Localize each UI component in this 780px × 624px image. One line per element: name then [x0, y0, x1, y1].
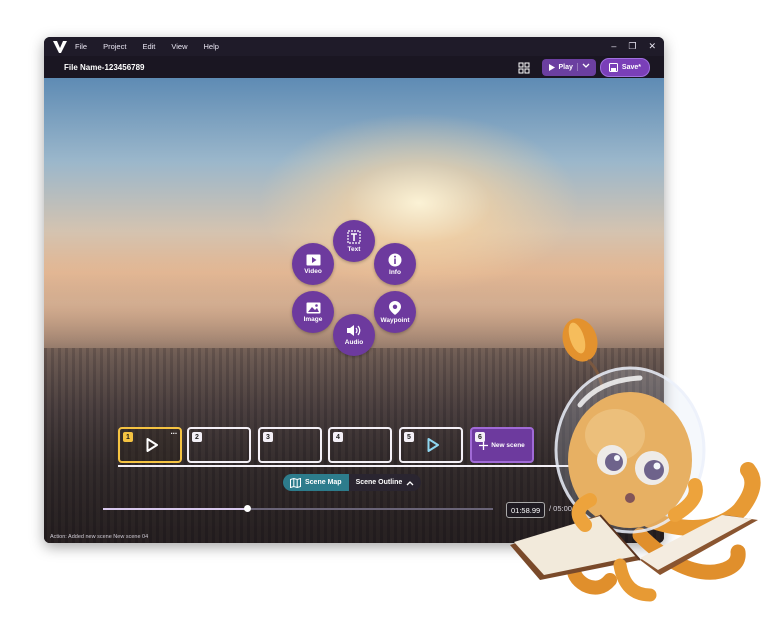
view-tabs: Scene Map Scene Outline [283, 474, 422, 491]
scene-number: 3 [263, 432, 273, 442]
play-icon [548, 63, 555, 71]
tab-scene-outline[interactable]: Scene Outline [348, 474, 422, 491]
map-icon [290, 477, 301, 488]
menu-bar: File Project Edit View Help – ❐ ✕ [44, 37, 664, 56]
file-name: File Name-123456789 [64, 62, 145, 72]
play-icon[interactable] [146, 438, 158, 452]
insert-image-button[interactable]: Image [292, 291, 334, 333]
scene-number: 2 [192, 432, 202, 442]
insert-waypoint-label: Waypoint [380, 316, 410, 324]
octopus-astronaut-mascot [510, 318, 761, 602]
insert-text-label: Text [347, 245, 361, 253]
tab-scene-outline-label: Scene Outline [355, 479, 403, 486]
insert-video-button[interactable]: Video [292, 243, 334, 285]
insert-info-button[interactable]: Info [374, 243, 416, 285]
scene-number: 5 [404, 432, 414, 442]
play-label: Play [558, 63, 573, 71]
text-box-icon [347, 229, 361, 244]
insert-audio-button[interactable]: Audio [333, 314, 375, 356]
more-options-icon[interactable]: ··· [171, 429, 178, 438]
info-icon [388, 253, 402, 266]
window-controls: – ❐ ✕ [611, 41, 656, 52]
insert-image-label: Image [303, 315, 323, 323]
play-button[interactable]: Play [541, 58, 596, 76]
insert-waypoint-button[interactable]: Waypoint [374, 291, 416, 333]
chevron-down-icon[interactable] [576, 63, 590, 71]
scene-number: 6 [475, 432, 485, 442]
insert-info-label: Info [389, 268, 401, 276]
toolbar: File Name-123456789 Play Save* [44, 56, 664, 78]
toolbar-actions: Play Save* [518, 57, 650, 77]
tab-scene-map[interactable]: Scene Map [283, 474, 349, 491]
chevron-up-icon [406, 480, 414, 485]
scene-number: 1 [123, 432, 133, 442]
image-icon [306, 302, 320, 313]
insert-audio-label: Audio [344, 339, 364, 346]
scrubber-handle[interactable] [243, 505, 251, 512]
save-button[interactable]: Save* [599, 57, 650, 77]
menu-project[interactable]: Project [103, 42, 126, 51]
scene-card-2[interactable]: 2 [187, 427, 251, 463]
menu-help[interactable]: Help [204, 42, 219, 51]
app-logo-icon [53, 40, 67, 53]
scene-card-1[interactable]: 1 ··· [118, 427, 182, 463]
save-icon [608, 62, 618, 72]
menu-view[interactable]: View [171, 42, 187, 51]
scene-number: 4 [333, 432, 343, 442]
play-icon[interactable] [427, 438, 439, 452]
tab-scene-map-label: Scene Map [305, 479, 342, 486]
restore-button[interactable]: ❐ [628, 41, 636, 52]
scene-card-4[interactable]: 4 [328, 427, 392, 463]
minimize-button[interactable]: – [611, 41, 616, 52]
playback-scrubber[interactable] [103, 505, 493, 512]
layout-grid-icon[interactable] [518, 61, 530, 74]
video-play-icon [306, 254, 320, 265]
save-label: Save* [621, 63, 641, 71]
location-pin-icon [389, 300, 401, 315]
speaker-icon [347, 325, 361, 336]
insert-video-label: Video [304, 267, 322, 275]
close-button[interactable]: ✕ [648, 41, 656, 52]
scene-card-3[interactable]: 3 [258, 427, 322, 463]
playback-progress-fill [103, 508, 248, 510]
scene-card-5[interactable]: 5 [399, 427, 463, 463]
menu-file[interactable]: File [75, 42, 87, 51]
insert-text-button[interactable]: Text [333, 220, 375, 262]
menu-edit[interactable]: Edit [142, 42, 155, 51]
